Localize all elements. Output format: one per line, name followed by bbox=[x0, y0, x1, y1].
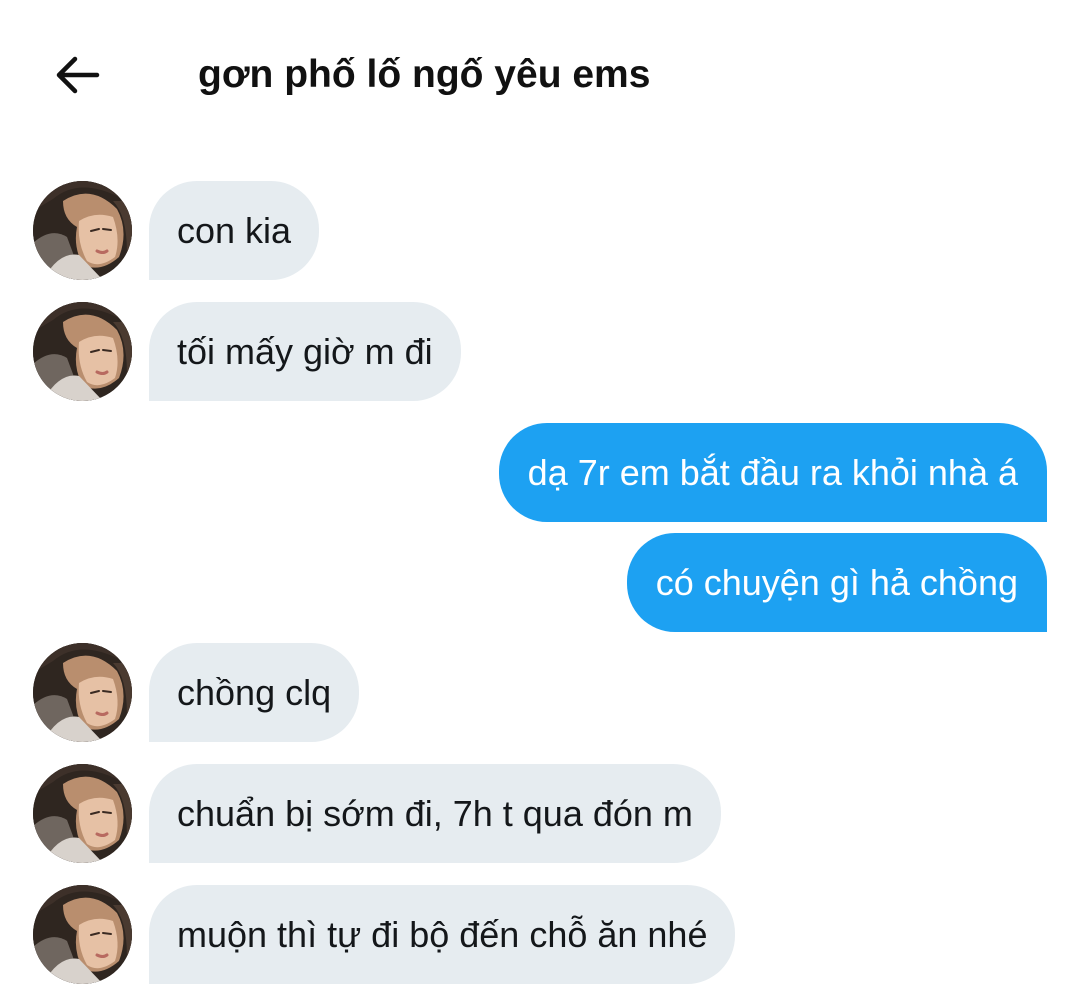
message-bubble-incoming[interactable]: tối mấy giờ m đi bbox=[149, 302, 461, 401]
message-bubble-outgoing[interactable]: có chuyện gì hả chồng bbox=[626, 533, 1047, 632]
avatar[interactable] bbox=[33, 643, 132, 742]
message-list: con kia tối mấy giờ m đi dạ 7r em bắt đầ… bbox=[0, 0, 1080, 1004]
avatar[interactable] bbox=[33, 764, 132, 863]
avatar[interactable] bbox=[33, 302, 132, 401]
message-bubble-incoming[interactable]: chuẩn bị sớm đi, 7h t qua đón m bbox=[149, 764, 721, 863]
message-bubble-incoming[interactable]: con kia bbox=[149, 181, 320, 280]
message-bubble-outgoing[interactable]: dạ 7r em bắt đầu ra khỏi nhà á bbox=[498, 423, 1047, 522]
avatar[interactable] bbox=[33, 181, 132, 280]
message-bubble-incoming[interactable]: muộn thì tự đi bộ đến chỗ ăn nhé bbox=[149, 885, 736, 984]
message-bubble-incoming[interactable]: chồng clq bbox=[149, 643, 360, 742]
avatar[interactable] bbox=[33, 885, 132, 984]
